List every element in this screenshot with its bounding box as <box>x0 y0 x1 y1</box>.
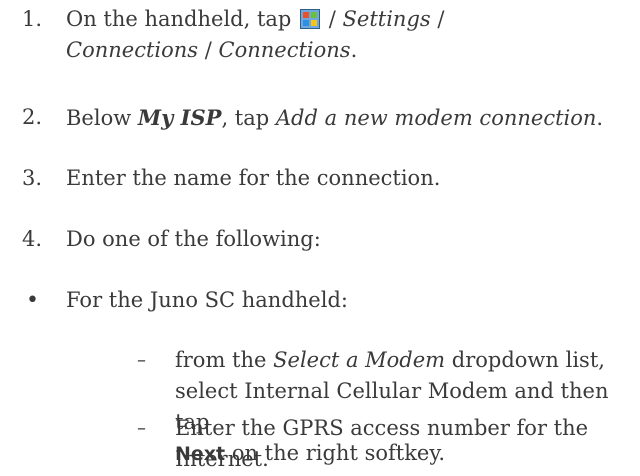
settings-label: Settings <box>342 7 431 31</box>
step-text: Enter the name for the connection. <box>66 166 441 190</box>
period: . <box>596 106 604 130</box>
connections-label: Connections <box>66 38 199 62</box>
bullet-text: For the Juno SC handheld: <box>66 288 348 312</box>
substep-text: Enter the GPRS access number for the Int… <box>175 413 635 475</box>
substep-1-suffix: dropdown list, <box>451 348 605 372</box>
path-separator: / <box>204 38 212 62</box>
connections-tab-label: Connections <box>218 38 351 62</box>
path-separator: / <box>328 7 336 31</box>
step-number: 2. <box>22 105 43 129</box>
period: . <box>350 38 358 62</box>
step-number: 4. <box>22 227 43 251</box>
step-1-text-prefix: On the handheld, tap <box>66 7 292 31</box>
step-2-middle: , tap <box>221 106 270 130</box>
step-text: On the handheld, tap / Settings / Connec… <box>66 4 634 66</box>
step-2-prefix: Below <box>66 106 132 130</box>
step-number: 3. <box>22 166 43 190</box>
step-number: 1. <box>22 7 43 31</box>
windows-start-icon <box>300 9 321 29</box>
add-modem-connection-label: Add a new modem connection <box>275 106 597 130</box>
path-separator: / <box>437 7 445 31</box>
bullet-symbol: • <box>26 288 39 313</box>
substep-2-line-1: Enter the GPRS access number for the <box>175 416 589 440</box>
step-text: Below My ISP, tap Add a new modem connec… <box>66 102 634 134</box>
instruction-page: 1. On the handheld, tap / Settings / Con… <box>0 0 640 476</box>
substep-1-prefix: from the <box>175 348 267 372</box>
substep-2-line-2: Internet. <box>175 447 269 471</box>
dash-symbol: – <box>137 418 146 439</box>
step-text: Do one of the following: <box>66 227 321 251</box>
dash-symbol: – <box>137 350 146 371</box>
my-isp-label: My ISP <box>137 105 222 130</box>
select-a-modem-label: Select a Modem <box>273 348 446 372</box>
